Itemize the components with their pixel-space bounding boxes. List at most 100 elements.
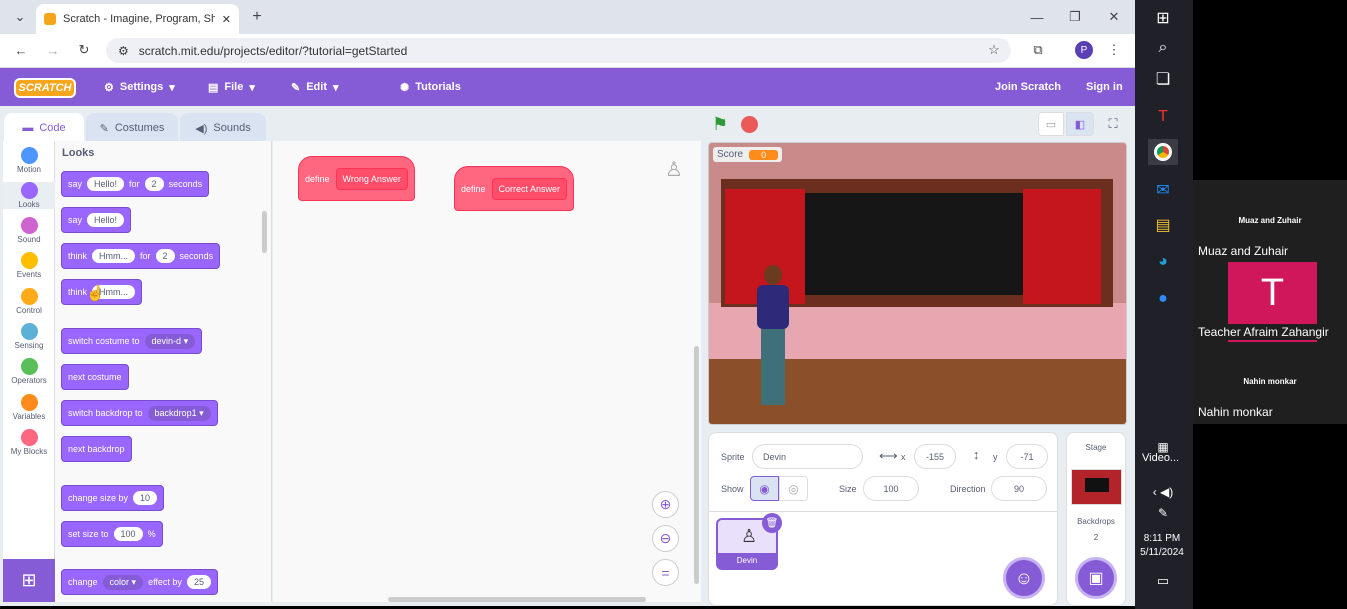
stage-canvas[interactable]: Score 0 [708, 142, 1127, 425]
tab-search-icon[interactable]: ⌄ [10, 8, 30, 26]
block-input[interactable]: 25 [186, 575, 211, 589]
block-change-size[interactable]: change size by 10 [61, 485, 165, 511]
hand-cursor-icon: ☝ [86, 285, 105, 302]
direction-input[interactable]: 90 [991, 476, 1047, 501]
tab-close-icon[interactable]: ✕ [222, 13, 231, 26]
category-sensing[interactable]: Sensing [3, 323, 55, 350]
sign-in-link[interactable]: Sign in [1086, 68, 1123, 106]
block-say[interactable]: say Hello! [61, 207, 132, 233]
block-change-effect[interactable]: change color ▾ effect by 25 [61, 569, 218, 595]
block-set-size[interactable]: set size to 100% [61, 521, 163, 547]
bookmark-star-icon[interactable]: ☆ [985, 41, 1003, 59]
address-bar[interactable]: ⚙ scratch.mit.edu/projects/editor/?tutor… [106, 38, 1011, 63]
block-input[interactable]: 2 [155, 249, 175, 263]
block-input[interactable]: 100 [113, 527, 143, 541]
search-icon[interactable]: ⌕ [1148, 35, 1178, 61]
site-info-icon[interactable]: ⚙ [118, 44, 129, 58]
block-input[interactable]: 2 [144, 177, 164, 191]
browser-menu-icon[interactable]: ⋮ [1107, 41, 1121, 59]
sprite-name-input[interactable]: Devin [752, 444, 863, 469]
browser-tab[interactable]: Scratch - Imagine, Program, Sh ✕ [36, 4, 239, 34]
block-input[interactable]: 10 [133, 491, 158, 505]
block-input[interactable]: Hello! [87, 213, 125, 227]
palette-scrollbar[interactable] [262, 211, 267, 253]
close-window-icon[interactable]: ✕ [1105, 8, 1123, 26]
file-menu[interactable]: ▤ File ▾ [208, 68, 255, 106]
task-view-icon[interactable]: ❏ [1148, 66, 1178, 92]
edit-menu[interactable]: ✎ Edit ▾ [291, 68, 339, 106]
zoom-app-icon[interactable]: ● [1148, 286, 1178, 312]
pen-icon[interactable]: ✎ [1148, 500, 1178, 526]
workspace-h-scrollbar[interactable] [388, 597, 646, 602]
category-control[interactable]: Control [3, 288, 55, 315]
category-variables[interactable]: Variables [3, 394, 55, 421]
define-wrong-answer-block[interactable]: define Wrong Answer [298, 156, 415, 201]
category-my-blocks[interactable]: My Blocks [3, 429, 55, 456]
choose-backdrop-button[interactable]: ▣ [1075, 557, 1117, 599]
category-sound[interactable]: Sound [3, 217, 55, 244]
restore-icon[interactable]: ❐ [1066, 8, 1084, 26]
category-motion[interactable]: Motion [3, 147, 55, 174]
app-t-icon[interactable]: T [1148, 104, 1178, 130]
define-correct-answer-block[interactable]: define Correct Answer [454, 166, 575, 211]
block-switch-backdrop[interactable]: switch backdrop to backdrop1 ▾ [61, 400, 218, 426]
image-add-icon: ▣ [1088, 570, 1104, 587]
backdrop-thumbnail[interactable] [1071, 469, 1122, 505]
add-extension-button[interactable]: ⊞ [3, 559, 55, 602]
profile-avatar[interactable]: P [1075, 41, 1093, 59]
mail-icon[interactable]: ✉ [1148, 177, 1178, 203]
edge-icon[interactable]: ◕ [1148, 249, 1178, 275]
settings-menu[interactable]: ⚙ Settings ▾ [104, 68, 175, 106]
costume-dropdown[interactable]: devin-d ▾ [144, 333, 196, 349]
tutorials-menu[interactable]: ✺ Tutorials [400, 68, 461, 106]
block-next-backdrop[interactable]: next backdrop [61, 436, 132, 462]
block-next-costume[interactable]: next costume [61, 364, 129, 390]
notifications-icon[interactable]: ▭ [1148, 568, 1178, 594]
extensions-icon[interactable]: ⧉ [1029, 41, 1047, 59]
scratch-logo[interactable]: SCRATCH [14, 78, 76, 98]
block-input[interactable]: Hello! [87, 177, 125, 191]
size-input[interactable]: 100 [863, 476, 919, 501]
show-visible-icon[interactable]: ◉ [750, 476, 779, 501]
stage-target-panel[interactable]: Stage Backdrops 2 ▣ [1066, 432, 1126, 606]
forward-icon[interactable]: → [44, 41, 62, 59]
choose-sprite-button[interactable]: ☺ [1003, 557, 1045, 599]
tab-costumes[interactable]: ✎ Costumes [86, 113, 178, 143]
devin-sprite[interactable] [751, 265, 795, 415]
zoom-out-button[interactable]: ⊖ [652, 525, 679, 552]
hide-icon[interactable]: ◎ [779, 476, 808, 501]
chrome-icon[interactable] [1148, 139, 1178, 165]
fullscreen-icon[interactable]: ⛶ [1100, 112, 1126, 136]
zoom-reset-button[interactable]: = [652, 559, 679, 586]
minimize-icon[interactable]: — [1028, 8, 1046, 26]
y-input[interactable]: -71 [1006, 444, 1048, 469]
delete-sprite-icon[interactable]: 🗑 [762, 513, 782, 533]
stop-icon[interactable] [741, 116, 758, 133]
tab-code[interactable]: ▬ Code [4, 113, 84, 143]
score-monitor[interactable]: Score 0 [713, 147, 783, 162]
workspace-v-scrollbar[interactable] [694, 346, 699, 584]
green-flag-icon[interactable]: ⚑ [712, 114, 728, 135]
effect-dropdown[interactable]: color ▾ [102, 574, 144, 590]
sprite-label: Sprite [721, 452, 745, 462]
new-tab-icon[interactable]: + [248, 8, 266, 26]
category-looks[interactable]: Looks [3, 182, 55, 209]
tab-sounds[interactable]: ◀) Sounds [180, 113, 266, 143]
block-think-for-seconds[interactable]: think Hmm... for 2 seconds [61, 243, 221, 269]
join-scratch-link[interactable]: Join Scratch [995, 68, 1061, 106]
block-input[interactable]: Hmm... [92, 249, 136, 263]
zoom-in-button[interactable]: ⊕ [652, 491, 679, 518]
normal-stage-icon[interactable]: ◧ [1066, 112, 1094, 136]
category-operators[interactable]: Operators [3, 358, 55, 385]
back-icon[interactable]: ← [12, 41, 30, 59]
windows-start-icon[interactable]: ⊞ [1148, 5, 1178, 31]
x-input[interactable]: -155 [914, 444, 956, 469]
reload-icon[interactable]: ↻ [75, 41, 93, 59]
block-say-for-seconds[interactable]: say Hello! for 2 seconds [61, 171, 210, 197]
backdrop-dropdown[interactable]: backdrop1 ▾ [147, 405, 211, 421]
category-events[interactable]: Events [3, 252, 55, 279]
file-explorer-icon[interactable]: ▤ [1148, 212, 1178, 238]
teacher-avatar[interactable]: T [1228, 262, 1317, 324]
block-switch-costume[interactable]: switch costume to devin-d ▾ [61, 328, 203, 354]
small-stage-icon[interactable]: ▭ [1038, 112, 1064, 136]
